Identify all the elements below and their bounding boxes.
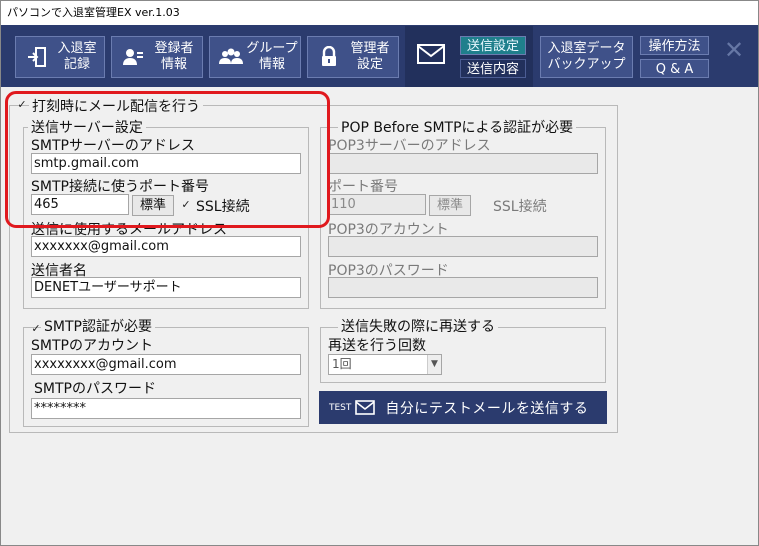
pop-address-label: POP3サーバーのアドレス (328, 138, 491, 154)
howto-button[interactable]: 操作方法 (640, 36, 709, 55)
attendance-line2: 記録 (63, 57, 90, 72)
backup-button[interactable]: 入退室データ バックアップ (540, 36, 633, 78)
window-title: パソコンで入退室管理EX ver.1.03 (1, 1, 758, 25)
smtp-account-input[interactable]: xxxxxxxx@gmail.com (31, 354, 301, 375)
admin-line2: 設定 (356, 57, 383, 72)
people-icon (218, 44, 244, 70)
app-window: パソコンで入退室管理EX ver.1.03 入退室 記録 登録者 情報 グループ 情報… (0, 0, 759, 546)
pop-ssl-checkbox[interactable] (478, 199, 490, 211)
pop-address-input[interactable] (328, 153, 598, 174)
pop-auth-legend: POP Before SMTPによる認証が必要 (338, 117, 577, 137)
retry-count-value: 1回 (332, 357, 352, 371)
pop-password-input[interactable] (328, 277, 598, 298)
pop-port-input[interactable]: 110 (328, 194, 426, 215)
test-label: 自分にテストメールを送信する (385, 400, 589, 417)
group-info-button[interactable]: グループ 情報 (209, 36, 301, 78)
person-card-icon (120, 44, 146, 70)
pop-account-input[interactable] (328, 236, 598, 257)
from-address-input[interactable]: xxxxxxx@gmail.com (31, 236, 301, 257)
lock-icon (316, 44, 342, 70)
registrant-info-button[interactable]: 登録者 情報 (111, 36, 203, 78)
qa-button[interactable]: Q & A (640, 59, 709, 78)
retry-legend: 送信失敗の際に再送する (338, 316, 498, 336)
sender-name-input[interactable]: DENETユーザーサポート (31, 277, 301, 298)
mail-icon (355, 400, 376, 415)
door-enter-icon (24, 44, 50, 70)
pop-port-standard-button[interactable]: 標準 (429, 195, 471, 216)
attendance-record-button[interactable]: 入退室 記録 (15, 36, 105, 78)
registrant-line1: 登録者 (154, 41, 194, 56)
retry-count-select[interactable]: 1回 ▼ (328, 354, 442, 375)
test-prefix: TEST (329, 402, 352, 413)
group-line2: 情報 (258, 57, 285, 72)
smtp-account-label: SMTPのアカウント (31, 338, 153, 354)
main-toolbar: 入退室 記録 登録者 情報 グループ 情報 管理者 設定 送信設定 送信内容 入… (1, 25, 758, 87)
smtp-auth-legend: SMTP認証が必要 (41, 316, 155, 336)
pop-port-label: ポート番号 (328, 179, 398, 195)
highlight-annotation (5, 91, 330, 228)
attendance-line1: 入退室 (57, 41, 97, 56)
retry-count-label: 再送を行う回数 (328, 338, 426, 354)
pop-ssl-label: SSL接続 (493, 199, 547, 215)
close-icon[interactable]: ✕ (723, 38, 745, 62)
registrant-line2: 情報 (160, 57, 187, 72)
admin-line1: 管理者 (350, 41, 390, 56)
backup-line2: バックアップ (547, 57, 626, 72)
tab-send-contents[interactable]: 送信内容 (460, 59, 526, 78)
mail-icon (417, 43, 445, 69)
smtp-password-input[interactable]: ******** (31, 398, 301, 419)
tab-send-settings[interactable]: 送信設定 (460, 36, 526, 55)
chevron-down-icon: ▼ (427, 355, 441, 374)
admin-settings-button[interactable]: 管理者 設定 (307, 36, 399, 78)
smtp-password-label: SMTPのパスワード (34, 381, 156, 397)
backup-line1: 入退室データ (547, 41, 626, 56)
group-line1: グループ (246, 41, 298, 56)
send-test-mail-button[interactable]: TEST 自分にテストメールを送信する (319, 391, 607, 424)
